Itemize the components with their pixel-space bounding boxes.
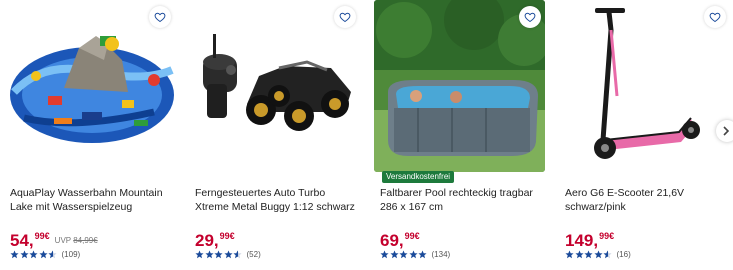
rating-stars xyxy=(10,250,58,259)
product-price: 54,99€ UVP 84,99€ xyxy=(10,227,98,250)
star-icon xyxy=(565,250,574,259)
product-rating[interactable]: (134) xyxy=(380,250,450,259)
wishlist-button[interactable] xyxy=(149,6,171,28)
product-card[interactable]: Ferngesteuertes Auto Turbo Xtreme Metal … xyxy=(189,0,366,270)
product-card[interactable]: Versandkostenfrei Faltbarer Pool rechtec… xyxy=(374,0,551,270)
product-image-aquaplay[interactable] xyxy=(4,0,175,172)
star-icon xyxy=(399,250,408,259)
product-rating[interactable]: (52) xyxy=(195,250,261,259)
carousel-next-button[interactable] xyxy=(716,120,733,142)
price-main: 29, xyxy=(195,231,219,250)
uvp-label: UVP xyxy=(54,236,71,245)
star-icon xyxy=(223,250,233,259)
star-icon xyxy=(233,250,242,259)
product-card[interactable]: Aero G6 E-Scooter 21,6V schwarz/pink 149… xyxy=(559,0,733,270)
product-price: 29,99€ xyxy=(195,227,235,250)
star-icon xyxy=(214,250,223,259)
heart-outline-icon xyxy=(154,12,166,23)
star-icon xyxy=(603,250,612,259)
wishlist-button[interactable] xyxy=(704,6,726,28)
rating-count: (134) xyxy=(431,250,451,259)
heart-outline-icon xyxy=(339,12,351,23)
price-main: 69, xyxy=(380,231,404,250)
star-icon xyxy=(584,250,593,259)
price-cents: 99€ xyxy=(34,231,50,241)
heart-outline-icon xyxy=(524,12,536,23)
product-rating[interactable]: (109) xyxy=(10,250,80,259)
star-icon xyxy=(29,250,38,259)
star-icon xyxy=(389,250,399,259)
star-icon xyxy=(48,250,57,259)
star-icon xyxy=(195,250,204,259)
rating-count: (52) xyxy=(246,250,261,259)
price-main: 149, xyxy=(565,231,599,250)
star-icon xyxy=(574,250,584,259)
star-icon xyxy=(408,250,418,259)
uvp-value: 84,99€ xyxy=(73,236,98,245)
star-icon xyxy=(380,250,389,259)
price-cents: 99€ xyxy=(599,231,615,241)
rating-stars xyxy=(195,250,243,259)
heart-outline-icon xyxy=(709,12,721,23)
product-card[interactable]: AquaPlay Wasserbahn Mountain Lake mit Wa… xyxy=(4,0,181,270)
wishlist-button[interactable] xyxy=(519,6,541,28)
price-main: 54, xyxy=(10,231,34,250)
product-title[interactable]: AquaPlay Wasserbahn Mountain Lake mit Wa… xyxy=(10,186,176,214)
rating-count: (109) xyxy=(61,250,81,259)
rating-count: (16) xyxy=(616,250,631,259)
product-image-rc-buggy[interactable] xyxy=(189,0,360,172)
product-image-pool[interactable] xyxy=(374,0,545,172)
star-icon xyxy=(10,250,19,259)
product-rating[interactable]: (16) xyxy=(565,250,631,259)
product-title[interactable]: Aero G6 E-Scooter 21,6V schwarz/pink xyxy=(565,186,731,214)
rating-stars xyxy=(380,250,428,259)
star-icon xyxy=(418,250,427,259)
star-icon xyxy=(204,250,214,259)
product-title[interactable]: Ferngesteuertes Auto Turbo Xtreme Metal … xyxy=(195,186,361,214)
product-title[interactable]: Faltbarer Pool rechteckig tragbar 286 x … xyxy=(380,186,546,214)
star-icon xyxy=(38,250,48,259)
free-shipping-badge: Versandkostenfrei xyxy=(382,171,455,183)
rating-stars xyxy=(565,250,613,259)
wishlist-button[interactable] xyxy=(334,6,356,28)
star-icon xyxy=(19,250,29,259)
product-carousel: AquaPlay Wasserbahn Mountain Lake mit Wa… xyxy=(0,0,733,270)
price-cents: 99€ xyxy=(404,231,420,241)
chevron-right-icon xyxy=(723,126,730,136)
product-price: 149,99€ xyxy=(565,227,614,250)
product-price: 69,99€ xyxy=(380,227,420,250)
uvp-price: UVP 84,99€ xyxy=(55,236,98,245)
star-icon xyxy=(593,250,603,259)
product-image-e-scooter[interactable] xyxy=(559,0,730,172)
price-cents: 99€ xyxy=(219,231,235,241)
